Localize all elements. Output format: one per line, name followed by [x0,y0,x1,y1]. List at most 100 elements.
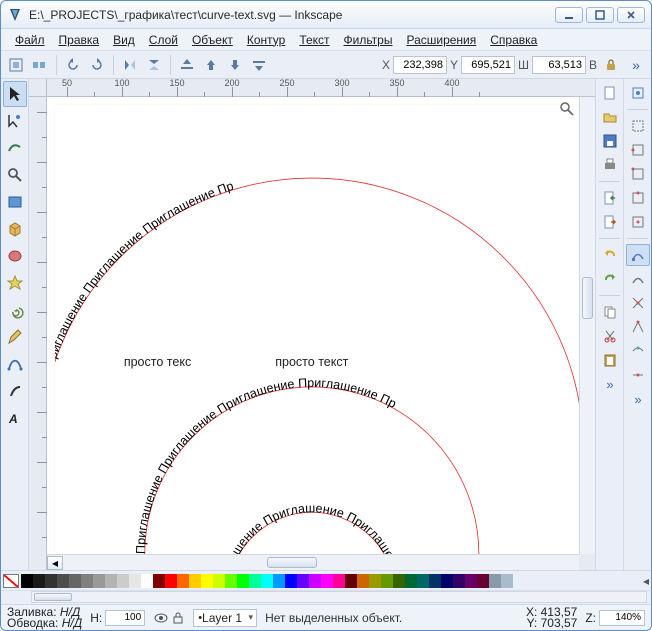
snap-intersection-icon[interactable] [626,292,650,314]
node-tool[interactable] [3,108,27,134]
scrollbar-vertical[interactable] [579,97,595,554]
menu-text[interactable]: Текст [293,31,335,49]
bezier-tool[interactable] [3,351,27,377]
color-swatch[interactable] [333,574,345,588]
star-tool[interactable] [3,270,27,296]
color-swatch[interactable] [189,574,201,588]
snap-toggle-icon[interactable] [626,82,650,104]
maximize-button[interactable] [586,7,614,23]
color-swatch[interactable] [357,574,369,588]
color-swatch[interactable] [501,574,513,588]
color-swatch[interactable] [105,574,117,588]
flip-h-icon[interactable] [119,54,141,76]
zoom-input[interactable] [599,610,645,626]
snap-bbox-midpoint-icon[interactable] [626,187,650,209]
raise-icon[interactable] [200,54,222,76]
color-swatch[interactable] [429,574,441,588]
raise-top-icon[interactable] [176,54,198,76]
curve-text-1[interactable]: Приглашение Приглашение Приглашение Приг… [55,179,235,450]
color-swatch[interactable] [69,574,81,588]
color-swatch[interactable] [153,574,165,588]
snap-bbox-edge-icon[interactable] [626,139,650,161]
color-swatch[interactable] [93,574,105,588]
select-samecolor-icon[interactable] [29,54,51,76]
snap-more-icon[interactable]: » [626,388,650,410]
snap-bbox-corner-icon[interactable] [626,163,650,185]
scroll-left-icon[interactable]: ◂ [47,556,63,570]
paste-icon[interactable] [598,349,622,371]
commands-more-icon[interactable]: » [598,373,622,395]
color-swatch[interactable] [477,574,489,588]
menu-layer[interactable]: Слой [143,31,184,49]
pencil-tool[interactable] [3,324,27,350]
color-swatch[interactable] [165,574,177,588]
menu-path[interactable]: Контур [241,31,291,49]
import-icon[interactable] [598,187,622,209]
layer-lock-icon[interactable] [171,611,185,625]
color-swatch[interactable] [441,574,453,588]
lower-bottom-icon[interactable] [248,54,270,76]
snap-cusp-icon[interactable] [626,316,650,338]
color-swatch[interactable] [57,574,69,588]
print-icon[interactable] [598,154,622,176]
color-swatch[interactable] [453,574,465,588]
close-button[interactable] [617,7,645,23]
snap-midpoint-icon[interactable] [626,364,650,386]
scrollbar-v-thumb[interactable] [582,277,593,319]
no-color-swatch[interactable] [3,574,19,588]
color-swatch[interactable] [141,574,153,588]
copy-icon[interactable] [598,301,622,323]
ruler-horizontal[interactable]: 50100150200250300350400 [47,79,595,97]
color-swatch[interactable] [177,574,189,588]
color-swatch[interactable] [261,574,273,588]
coord-y-input[interactable] [461,56,515,74]
export-icon[interactable] [598,211,622,233]
rotate-cw-icon[interactable] [86,54,108,76]
coord-x-input[interactable] [393,56,447,74]
menu-file[interactable]: Файл [9,31,51,49]
text-tool[interactable]: A [3,405,27,431]
color-swatch[interactable] [213,574,225,588]
open-icon[interactable] [598,106,622,128]
snap-bbox-center-icon[interactable] [626,211,650,233]
zoom-tool[interactable] [3,162,27,188]
color-swatch[interactable] [117,574,129,588]
plain-text-1[interactable]: просто текс [124,355,191,369]
menu-extensions[interactable]: Расширения [400,31,482,49]
ellipse-tool[interactable] [3,243,27,269]
color-swatch[interactable] [249,574,261,588]
snap-bbox-icon[interactable] [626,115,650,137]
palette-menu-icon[interactable]: ◂ [643,574,649,588]
color-swatch[interactable] [321,574,333,588]
ruler-vertical[interactable] [29,97,47,570]
menu-view[interactable]: Вид [107,31,141,49]
color-swatch[interactable] [393,574,405,588]
snap-smooth-icon[interactable] [626,340,650,362]
palette-scroll-thumb[interactable] [34,593,72,601]
layer-visibility-icon[interactable] [153,611,169,625]
3dbox-tool[interactable] [3,216,27,242]
palette-scrollbar[interactable] [31,591,647,603]
color-swatch[interactable] [381,574,393,588]
menu-help[interactable]: Справка [484,31,543,49]
color-swatch[interactable] [273,574,285,588]
zoom-page-icon[interactable] [559,101,575,117]
minimize-button[interactable] [555,7,583,23]
color-swatch[interactable] [297,574,309,588]
save-icon[interactable] [598,130,622,152]
select-tool[interactable] [3,81,27,107]
new-doc-icon[interactable] [598,82,622,104]
rect-tool[interactable] [3,189,27,215]
snap-path-icon[interactable] [626,268,650,290]
color-swatch[interactable] [489,574,501,588]
curve-text-3[interactable]: Приглашение Приглашение Приглашение Приг… [67,105,407,554]
color-swatch[interactable] [225,574,237,588]
lock-icon[interactable] [600,54,622,76]
menu-object[interactable]: Объект [186,31,239,49]
color-swatch[interactable] [21,574,33,588]
color-swatch[interactable] [285,574,297,588]
scrollbar-horizontal[interactable]: ◂ [47,554,579,570]
layer-selector[interactable]: • Layer 1 [193,609,257,627]
menu-edit[interactable]: Правка [53,31,106,49]
cut-icon[interactable] [598,325,622,347]
